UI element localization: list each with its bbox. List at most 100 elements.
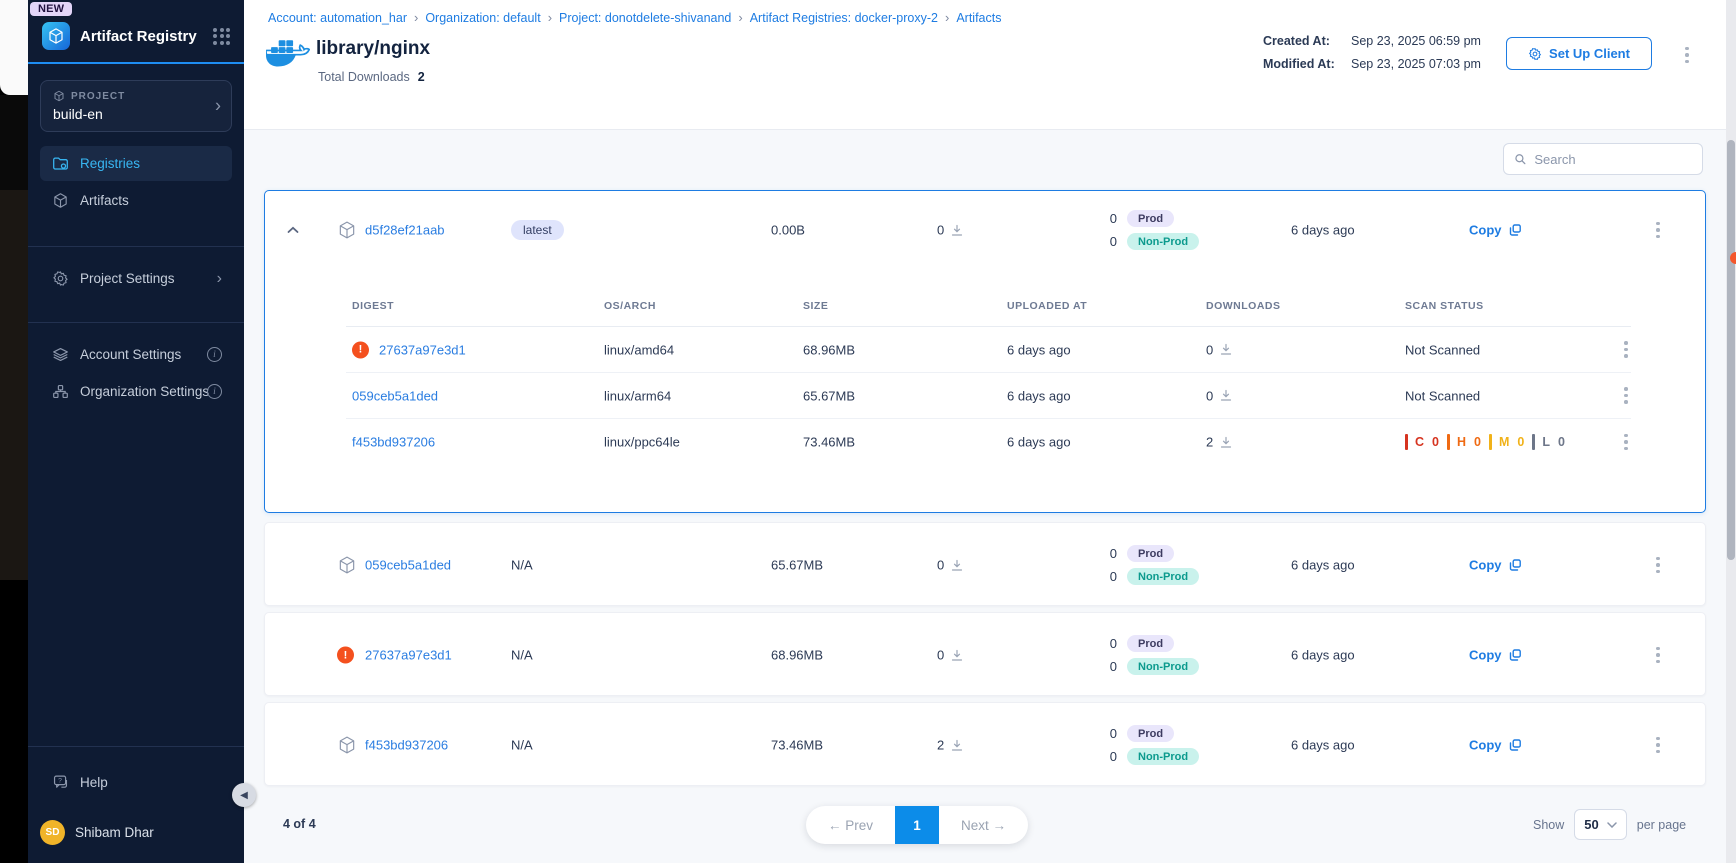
row-kebab-menu[interactable] xyxy=(1621,429,1631,455)
next-page-button[interactable]: Next → xyxy=(939,818,1028,833)
manifest-digest-link[interactable]: 27637a97e3d1 xyxy=(379,342,466,357)
pagination-count: 4 of 4 xyxy=(283,817,316,831)
sidebar-item-label: Artifacts xyxy=(80,193,129,208)
user-name: Shibam Dhar xyxy=(75,825,154,840)
download-icon xyxy=(1220,390,1232,402)
sidebar-collapse-button[interactable]: ◀ xyxy=(232,783,256,807)
artifact-row: ! 27637a97e3d1 N/A 68.96MB 0 0Prod 0Non-… xyxy=(265,613,1705,697)
row-kebab-menu[interactable] xyxy=(1653,732,1663,758)
prev-page-button[interactable]: ← Prev xyxy=(806,818,895,833)
downloads-count: 2 xyxy=(937,738,944,753)
header-kebab-menu[interactable] xyxy=(1682,42,1692,68)
breadcrumb-organization[interactable]: Organization: default xyxy=(425,11,540,25)
row-kebab-menu[interactable] xyxy=(1621,336,1631,362)
download-icon xyxy=(951,739,963,751)
artifact-digest-link[interactable]: 27637a97e3d1 xyxy=(365,648,452,663)
manifest-row: ! 27637a97e3d1 linux/amd64 68.96MB 6 day… xyxy=(346,327,1631,373)
download-icon xyxy=(951,649,963,661)
row-kebab-menu[interactable] xyxy=(1653,217,1663,243)
sidebar-item-artifacts[interactable]: Artifacts xyxy=(40,183,232,218)
copy-icon xyxy=(1509,649,1522,662)
manifest-row: 059ceb5a1ded linux/arm64 65.67MB 6 days … xyxy=(346,373,1631,419)
sidebar-item-label: Registries xyxy=(80,156,140,171)
copy-icon xyxy=(1509,559,1522,572)
help-label: Help xyxy=(80,775,108,790)
chevron-up-icon[interactable] xyxy=(283,217,303,243)
prod-count: 0 xyxy=(1103,546,1117,561)
manifest-digest-link[interactable]: f453bd937206 xyxy=(352,435,435,450)
artifact-age: 6 days ago xyxy=(1291,648,1355,663)
user-menu[interactable]: SD Shibam Dhar xyxy=(40,820,232,845)
breadcrumb-artifacts[interactable]: Artifacts xyxy=(956,11,1001,25)
row-kebab-menu[interactable] xyxy=(1621,382,1631,408)
org-tree-icon xyxy=(52,383,69,400)
severity-critical-count: 0 xyxy=(1432,435,1440,449)
search-input[interactable] xyxy=(1534,152,1692,167)
copy-button[interactable]: Copy xyxy=(1469,738,1522,753)
modified-at-value: Sep 23, 2025 07:03 pm xyxy=(1351,57,1481,71)
severity-critical: C xyxy=(1415,435,1425,449)
severity-high-count: 0 xyxy=(1474,435,1482,449)
artifact-digest-link[interactable]: 059ceb5a1ded xyxy=(365,558,451,573)
nonprod-count: 0 xyxy=(1103,569,1117,584)
breadcrumb-registry[interactable]: Artifact Registries: docker-proxy-2 xyxy=(750,11,938,25)
env-counts: 0Prod 0Non-Prod xyxy=(1103,635,1199,675)
nonprod-badge: Non-Prod xyxy=(1127,233,1199,250)
column-header: SIZE xyxy=(803,300,828,312)
env-counts: 0Prod 0Non-Prod xyxy=(1103,545,1199,585)
page-size-control: Show 50 per page xyxy=(1533,809,1686,840)
sidebar-item-registries[interactable]: Registries xyxy=(40,146,232,181)
accent-divider xyxy=(28,62,244,64)
vertical-scrollbar[interactable] xyxy=(1726,0,1736,863)
sidebar-footer: ? Help SD Shibam Dhar xyxy=(28,746,244,863)
breadcrumb-account[interactable]: Account: automation_har xyxy=(268,11,407,25)
artifact-digest-link[interactable]: d5f28ef21aab xyxy=(365,223,445,238)
manifest-digest-link[interactable]: 059ceb5a1ded xyxy=(352,388,438,403)
package-icon xyxy=(337,735,357,755)
scan-status: Not Scanned xyxy=(1405,342,1480,357)
search-icon xyxy=(1514,152,1526,166)
manifest-table: DIGEST OS/ARCH SIZE UPLOADED AT DOWNLOAD… xyxy=(346,285,1631,465)
page-number-button[interactable]: 1 xyxy=(895,806,939,844)
artifact-meta: Created At: Sep 23, 2025 06:59 pm Modifi… xyxy=(1263,34,1481,71)
os-arch: linux/amd64 xyxy=(604,342,674,357)
manifest-row: f453bd937206 linux/ppc64le 73.46MB 6 day… xyxy=(346,419,1631,465)
new-badge: NEW xyxy=(30,2,72,16)
downloads-count: 0 xyxy=(937,558,944,573)
copy-button[interactable]: Copy xyxy=(1469,223,1522,238)
env-counts: 0Prod 0Non-Prod xyxy=(1103,210,1199,250)
sidebar-item-account-settings[interactable]: Account Settings i xyxy=(40,337,232,372)
breadcrumb-project[interactable]: Project: donotdelete-shivanand xyxy=(559,11,731,25)
sidebar-item-project-settings[interactable]: Project Settings › xyxy=(40,261,232,296)
total-downloads: Total Downloads2 xyxy=(318,70,425,84)
artifact-card: ! 27637a97e3d1 N/A 68.96MB 0 0Prod 0Non-… xyxy=(264,612,1706,696)
scrollbar-thumb[interactable] xyxy=(1727,140,1735,560)
project-selector[interactable]: PROJECT build-en › xyxy=(40,80,232,132)
page-size-select[interactable]: 50 xyxy=(1574,809,1626,840)
artifact-digest-link[interactable]: f453bd937206 xyxy=(365,738,448,753)
copy-icon xyxy=(1509,739,1522,752)
row-kebab-menu[interactable] xyxy=(1653,642,1663,668)
app-logo-icon xyxy=(42,22,70,50)
artifact-row: d5f28ef21aab latest 0.00B 0 0Prod 0Non-P… xyxy=(265,191,1705,269)
copy-button[interactable]: Copy xyxy=(1469,648,1522,663)
uploaded-at: 6 days ago xyxy=(1007,342,1071,357)
info-icon[interactable]: i xyxy=(207,347,222,362)
help-item[interactable]: ? Help xyxy=(40,765,232,800)
gear-icon xyxy=(52,270,69,287)
artifact-age: 6 days ago xyxy=(1291,558,1355,573)
prod-count: 0 xyxy=(1103,726,1117,741)
artifact-age: 6 days ago xyxy=(1291,223,1355,238)
prod-badge: Prod xyxy=(1127,210,1174,227)
sidebar-item-label: Project Settings xyxy=(80,271,175,286)
package-icon xyxy=(337,220,357,240)
info-icon[interactable]: i xyxy=(207,384,222,399)
app-switcher-icon[interactable] xyxy=(213,28,230,45)
sidebar-item-organization-settings[interactable]: Organization Settings i xyxy=(40,374,232,409)
copy-button[interactable]: Copy xyxy=(1469,558,1522,573)
set-up-client-button[interactable]: Set Up Client xyxy=(1506,37,1652,70)
downloads-count: 2 xyxy=(1206,435,1213,450)
row-kebab-menu[interactable] xyxy=(1653,552,1663,578)
column-header: SCAN STATUS xyxy=(1405,300,1484,312)
manifest-table-header: DIGEST OS/ARCH SIZE UPLOADED AT DOWNLOAD… xyxy=(346,285,1631,327)
